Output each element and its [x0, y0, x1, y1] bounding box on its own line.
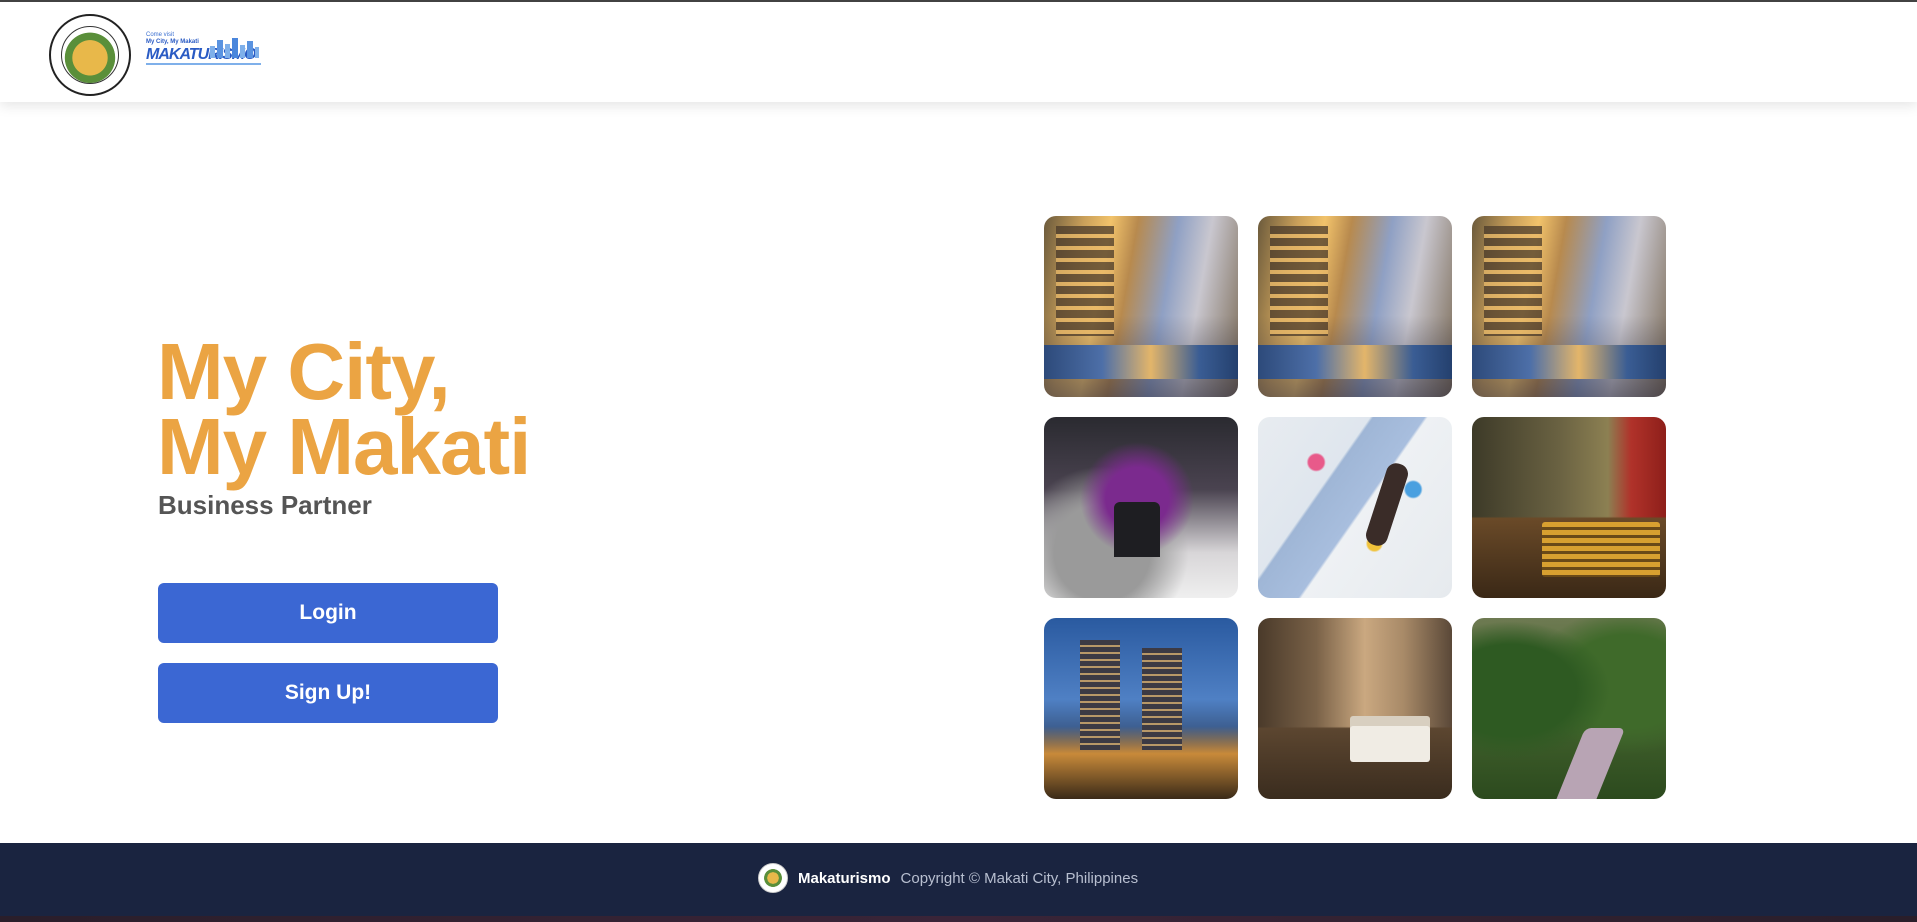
hero-subtitle: Business Partner [158, 490, 372, 520]
gallery-photo-night-mall-3 [1472, 216, 1666, 397]
page-footer: Makaturismo Copyright © Makati City, Phi… [0, 843, 1917, 922]
signup-button[interactable]: Sign Up! [158, 663, 498, 723]
footer-copyright: Copyright © Makati City, Philippines [900, 869, 1139, 887]
photo-gallery [1044, 216, 1666, 800]
gallery-photo-garden-path [1472, 618, 1666, 799]
hero-title-line-2: My Makati [157, 402, 531, 491]
makati-seal-logo[interactable] [49, 14, 131, 96]
top-header: Come visit My City, My Makati MAKATURISM… [0, 2, 1917, 102]
gallery-photo-city-towers [1044, 618, 1238, 799]
gallery-photo-climbing-wall [1258, 417, 1452, 598]
gallery-photo-night-mall-2 [1258, 216, 1452, 397]
gallery-photo-graffiti-entrance [1044, 417, 1238, 598]
makaturismo-logo[interactable]: Come visit My City, My Makati MAKATURISM… [146, 32, 261, 66]
gallery-photo-hotel-room [1258, 618, 1452, 799]
footer-seal-icon [758, 863, 788, 893]
gallery-photo-night-mall-1 [1044, 216, 1238, 397]
skyline-icon [210, 38, 259, 58]
login-button[interactable]: Login [158, 583, 498, 643]
seal-emblem-icon [61, 26, 119, 84]
hero-title-line-1: My City, [157, 327, 451, 416]
brand-tagline: Come visit My City, My Makati [146, 32, 199, 45]
brand-underline [146, 63, 261, 65]
footer-content: Makaturismo Copyright © Makati City, Phi… [758, 863, 1138, 893]
footer-brand: Makaturismo [798, 869, 891, 887]
gallery-photo-lounge [1472, 417, 1666, 598]
hero-title: My City, My Makati [157, 327, 531, 491]
footer-strip [0, 916, 1917, 922]
